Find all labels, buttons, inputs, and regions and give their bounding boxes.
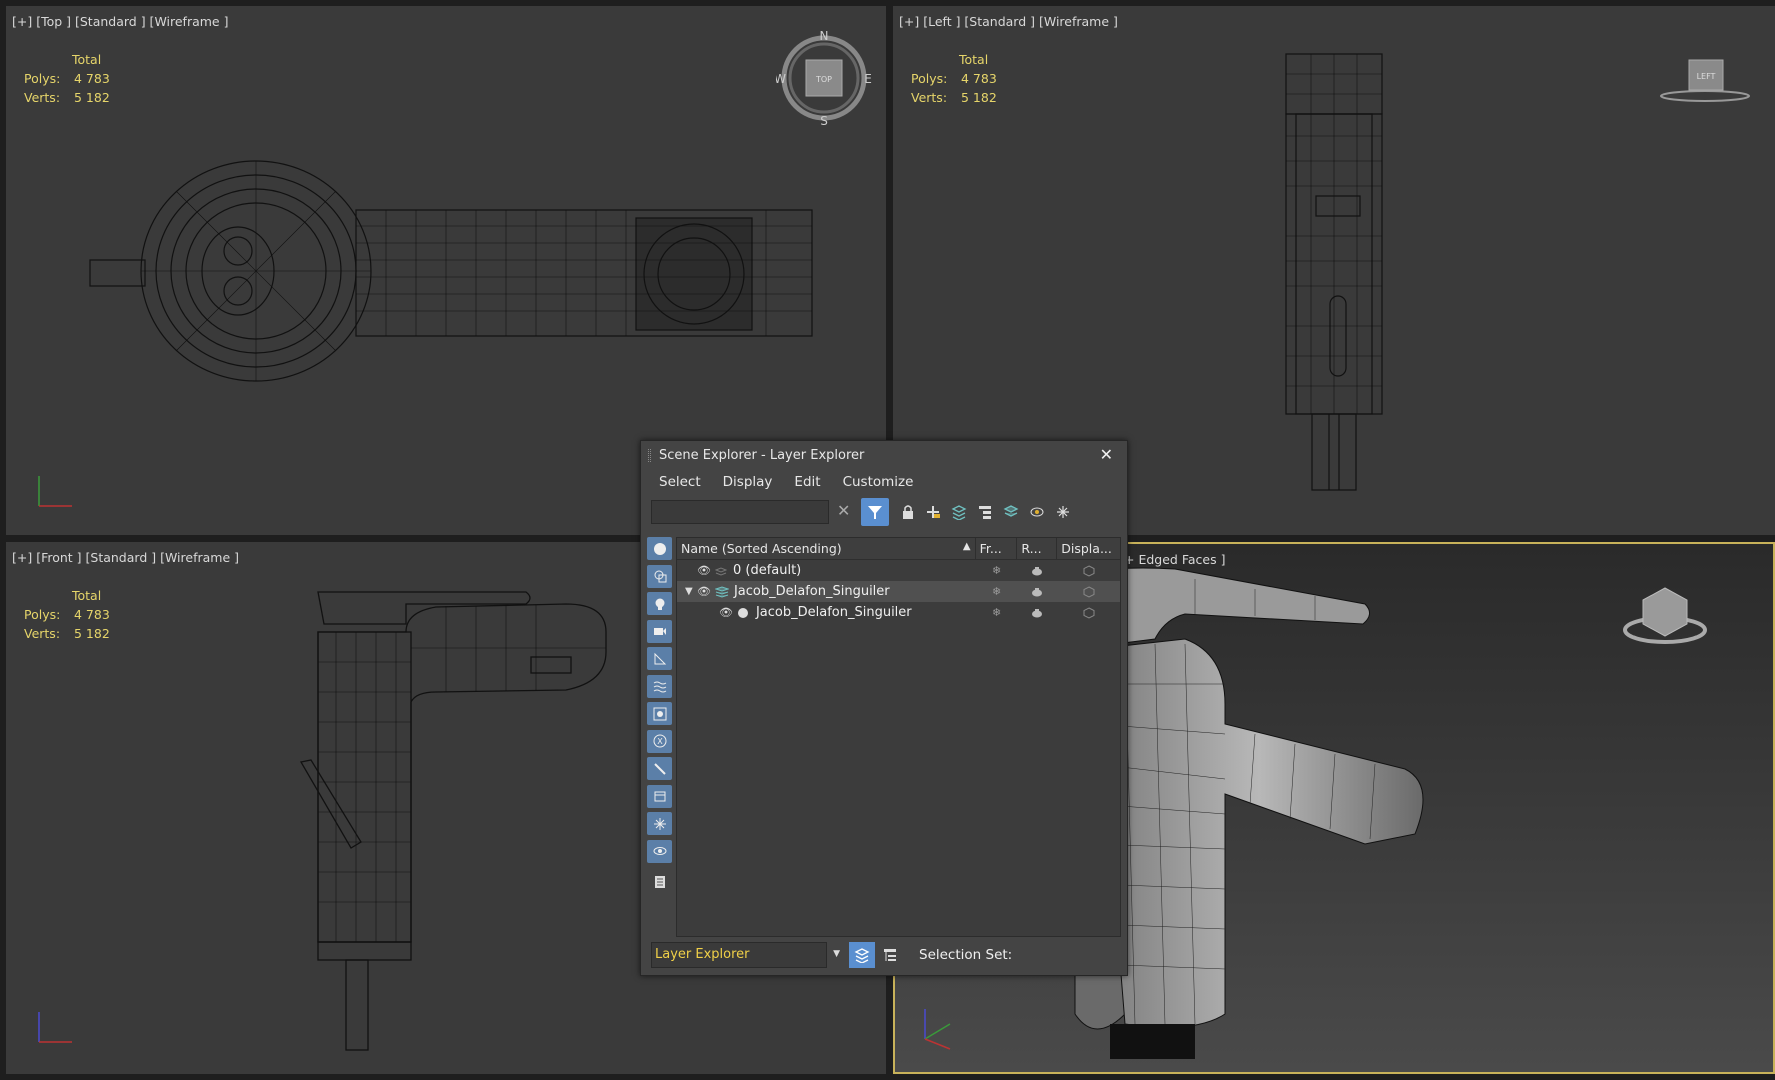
hierarchy-icon[interactable] <box>976 503 994 521</box>
column-freeze[interactable]: Fr... <box>976 538 1018 559</box>
viewport-label[interactable]: [+] [Top ] [Standard ] [Wireframe ] <box>12 14 228 29</box>
space-warps-filter-icon[interactable] <box>647 674 672 698</box>
column-render[interactable]: R... <box>1017 538 1058 559</box>
compass-s: S <box>820 114 828 128</box>
selection-set-label: Selection Set: <box>919 947 1013 963</box>
column-display[interactable]: Displa... <box>1057 538 1120 559</box>
close-icon[interactable]: ✕ <box>1100 445 1113 464</box>
cube-face-label: TOP <box>815 75 832 84</box>
add-to-layer-icon[interactable] <box>950 503 968 521</box>
menu-bar: Select Display Edit Customize <box>641 469 1127 495</box>
chevron-down-icon[interactable]: ▼ <box>833 949 840 959</box>
column-name[interactable]: Name (Sorted Ascending) ▲ <box>677 538 976 559</box>
display-box-icon[interactable] <box>1057 560 1120 581</box>
type-filter-bar: X <box>645 537 673 898</box>
viewport-label[interactable]: + Edged Faces ] <box>1124 552 1225 567</box>
sort-by-hierarchy-icon[interactable] <box>877 942 903 968</box>
layer-tree: Name (Sorted Ascending) ▲ Fr... R... Disp… <box>676 537 1121 937</box>
display-box-icon[interactable] <box>1057 581 1120 602</box>
groups-filter-icon[interactable] <box>647 702 672 725</box>
lights-filter-icon[interactable] <box>647 592 672 615</box>
scene-explorer-window[interactable]: Scene Explorer - Layer Explorer ✕ Select… <box>640 440 1128 976</box>
viewport-label[interactable]: [+] [Left ] [Standard ] [Wireframe ] <box>899 14 1118 29</box>
cube-face-label: LEFT <box>1697 72 1716 81</box>
verts-value: 5 182 <box>74 90 110 105</box>
containers-filter-icon[interactable] <box>647 784 672 808</box>
verts-label: Verts: <box>24 626 61 641</box>
menu-select[interactable]: Select <box>659 474 701 490</box>
menu-display[interactable]: Display <box>723 474 773 490</box>
viewcube[interactable] <box>1623 587 1707 644</box>
frozen-filter-icon[interactable] <box>647 812 672 835</box>
filter-icon[interactable] <box>861 498 889 526</box>
lock-icon[interactable] <box>899 503 917 521</box>
collapse-arrow-icon[interactable]: ▼ <box>685 586 697 597</box>
list-item[interactable]: 👁 0 (default) ❄ <box>677 560 1120 581</box>
freeze-icon[interactable] <box>1054 503 1072 521</box>
layers-icon[interactable] <box>1002 503 1020 521</box>
freeze-icon[interactable]: ❄ <box>976 560 1018 581</box>
teapot-icon[interactable] <box>1017 602 1057 623</box>
menu-customize[interactable]: Customize <box>843 474 914 490</box>
helpers-filter-icon[interactable] <box>647 647 672 670</box>
object-name: Jacob_Delafon_Singuiler <box>755 605 912 620</box>
verts-value: 5 182 <box>74 626 110 641</box>
polys-value: 4 783 <box>74 71 110 86</box>
svg-text:X: X <box>657 737 663 746</box>
viewport-label[interactable]: [+] [Front ] [Standard ] [Wireframe ] <box>12 550 239 565</box>
layer-name: Jacob_Delafon_Singuiler <box>733 584 890 599</box>
polys-value: 4 783 <box>74 607 110 622</box>
hidden-filter-icon[interactable] <box>647 839 672 863</box>
polys-label: Polys: <box>24 607 61 622</box>
search-input[interactable] <box>651 500 829 524</box>
explorer-mode-select[interactable]: Layer Explorer ▼ <box>651 942 840 968</box>
layer-name: 0 (default) <box>732 563 802 578</box>
eye-icon[interactable]: 👁 <box>719 606 733 619</box>
display-box-icon[interactable] <box>1057 602 1120 623</box>
scene-stats: Total Polys: 4 783 Verts: 5 182 <box>24 50 110 107</box>
list-options-icon[interactable] <box>647 871 672 894</box>
freeze-icon[interactable]: ❄ <box>976 602 1018 623</box>
verts-label: Verts: <box>911 90 948 105</box>
bones-filter-icon[interactable] <box>647 757 672 780</box>
compass-w: W <box>776 72 786 86</box>
shapes-filter-icon[interactable] <box>647 564 672 588</box>
title-bar[interactable]: Scene Explorer - Layer Explorer ✕ <box>641 441 1127 469</box>
teapot-icon[interactable] <box>1017 581 1057 602</box>
sort-by-layer-icon[interactable] <box>849 942 875 968</box>
window-title: Scene Explorer - Layer Explorer <box>659 447 865 463</box>
viewcube-compass[interactable]: TOP N S E W <box>776 28 876 128</box>
drag-grip[interactable] <box>648 449 651 462</box>
scene-stats: Total Polys: 4 783 Verts: 5 182 <box>24 586 110 643</box>
eye-icon[interactable]: 👁 <box>697 564 711 577</box>
compass-e: E <box>864 72 872 86</box>
viewcube[interactable]: LEFT <box>1655 50 1755 110</box>
toolbar: ✕ <box>641 495 1127 529</box>
stats-total-label: Total <box>72 52 102 67</box>
clear-search-icon[interactable]: ✕ <box>837 501 850 520</box>
stats-total-label: Total <box>959 52 989 67</box>
polys-value: 4 783 <box>961 71 997 86</box>
xrefs-filter-icon[interactable]: X <box>647 729 672 753</box>
polys-label: Polys: <box>911 71 948 86</box>
verts-label: Verts: <box>24 90 61 105</box>
compass-n: N <box>820 29 829 43</box>
polys-label: Polys: <box>24 71 61 86</box>
menu-edit[interactable]: Edit <box>794 474 820 490</box>
scene-stats: Total Polys: 4 783 Verts: 5 182 <box>911 50 997 107</box>
list-item[interactable]: 👁 Jacob_Delafon_Singuiler ❄ <box>677 602 1120 623</box>
create-layer-icon[interactable] <box>924 503 942 521</box>
hide-layer-icon[interactable] <box>1028 503 1046 521</box>
teapot-icon[interactable] <box>1017 560 1057 581</box>
freeze-icon[interactable]: ❄ <box>976 581 1018 602</box>
cameras-filter-icon[interactable] <box>647 619 672 643</box>
stats-total-label: Total <box>72 588 102 603</box>
column-headers: Name (Sorted Ascending) ▲ Fr... R... Disp… <box>677 538 1120 560</box>
geometry-filter-icon[interactable] <box>647 537 672 560</box>
verts-value: 5 182 <box>961 90 997 105</box>
footer-bar: Layer Explorer ▼ Selection Set: <box>651 941 1121 969</box>
eye-icon[interactable]: 👁 <box>697 585 711 598</box>
list-item[interactable]: ▼ 👁 Jacob_Delafon_Singuiler ❄ <box>677 581 1120 602</box>
